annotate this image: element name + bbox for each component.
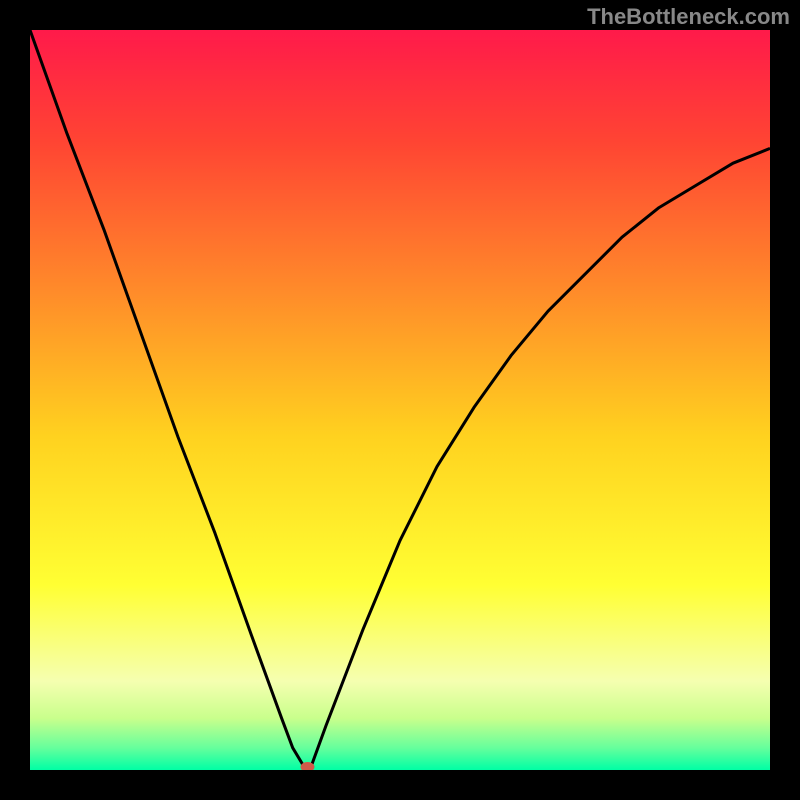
chart-plot-area <box>30 30 770 770</box>
watermark-text: TheBottleneck.com <box>587 4 790 30</box>
bottleneck-chart <box>30 30 770 770</box>
gradient-background <box>30 30 770 770</box>
